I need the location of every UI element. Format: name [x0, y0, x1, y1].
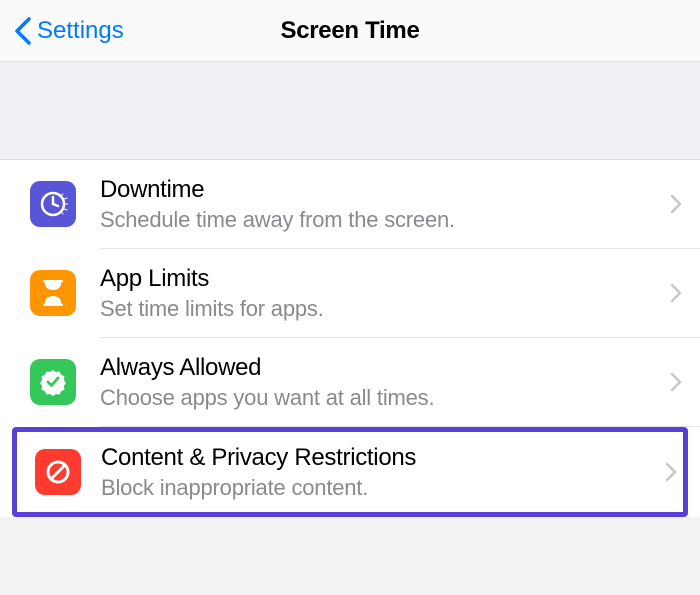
settings-list: Downtime Schedule time away from the scr…: [0, 160, 700, 517]
chevron-right-icon: [670, 283, 682, 303]
page-title: Screen Time: [280, 17, 419, 45]
row-subtitle: Set time limits for apps.: [100, 296, 658, 322]
section-spacer: [0, 62, 700, 160]
hourglass-icon: [30, 270, 76, 316]
row-app-limits[interactable]: App Limits Set time limits for apps.: [0, 249, 700, 337]
row-downtime[interactable]: Downtime Schedule time away from the scr…: [0, 160, 700, 248]
navigation-bar: Settings Screen Time: [0, 0, 700, 62]
back-button[interactable]: Settings: [14, 17, 124, 45]
no-symbol-icon: [35, 449, 81, 495]
chevron-right-icon: [670, 372, 682, 392]
checkmark-seal-icon: [30, 359, 76, 405]
row-title: Always Allowed: [100, 353, 658, 383]
row-subtitle: Block inappropriate content.: [101, 475, 653, 501]
chevron-left-icon: [14, 17, 31, 45]
row-always-allowed[interactable]: Always Allowed Choose apps you want at a…: [0, 338, 700, 426]
back-label: Settings: [37, 17, 124, 45]
chevron-right-icon: [670, 194, 682, 214]
row-subtitle: Choose apps you want at all times.: [100, 385, 658, 411]
row-subtitle: Schedule time away from the screen.: [100, 207, 658, 233]
downtime-icon: [30, 181, 76, 227]
row-title: Downtime: [100, 175, 658, 205]
row-title: Content & Privacy Restrictions: [101, 443, 653, 473]
row-title: App Limits: [100, 264, 658, 294]
chevron-right-icon: [665, 462, 677, 482]
row-content-privacy[interactable]: Content & Privacy Restrictions Block ina…: [12, 427, 688, 517]
